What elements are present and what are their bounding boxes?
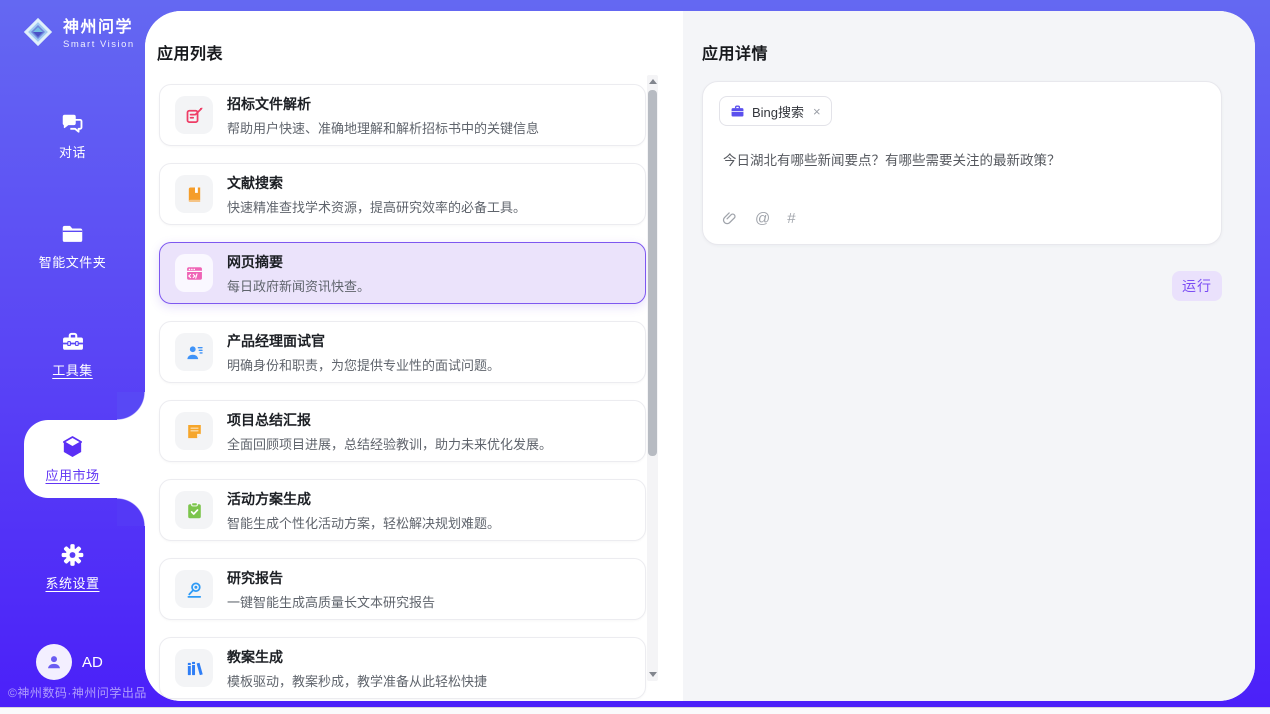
user-profile[interactable]: AD: [36, 644, 103, 680]
chat-icon: [59, 111, 86, 137]
app-card-pm-interviewer[interactable]: 产品经理面试官 明确身份和职责，为您提供专业性的面试问题。: [159, 321, 646, 383]
copyright-text: ©神州数码·神州问学出品: [8, 684, 147, 701]
app-name: 教案生成: [227, 647, 487, 667]
app-icon-tile: [175, 96, 213, 134]
app-name: 项目总结汇报: [227, 410, 552, 430]
app-name: 产品经理面试官: [227, 331, 500, 351]
app-description: 全面回顾项目进展，总结经验教训，助力未来优化发展。: [227, 434, 552, 453]
app-description: 一键智能生成高质量长文本研究报告: [227, 592, 435, 611]
brand-logo: 神州问学 Smart Vision: [20, 13, 135, 50]
app-card-web-summary[interactable]: 网页摘要 每日政府新闻资讯快查。: [159, 242, 646, 304]
app-card-research-report[interactable]: 研究报告 一键智能生成高质量长文本研究报告: [159, 558, 646, 620]
browser-icon: [184, 263, 205, 284]
app-icon-tile: [175, 570, 213, 608]
query-text[interactable]: 今日湖北有哪些新闻要点？有哪些需要关注的最新政策？: [723, 151, 1203, 171]
books-icon: [184, 658, 205, 679]
sidebar-item-toolset[interactable]: 工具集: [0, 329, 145, 379]
app-description: 模板驱动，教案秒成，教学准备从此轻松快捷: [227, 671, 487, 690]
app-icon-tile: [175, 175, 213, 213]
app-icon-tile: [175, 412, 213, 450]
tool-chip-bing-search[interactable]: Bing搜索 ×: [719, 96, 832, 126]
sidebar-item-label: 系统设置: [45, 573, 99, 592]
app-card-event-plan[interactable]: 活动方案生成 智能生成个性化活动方案，轻松解决规划难题。: [159, 479, 646, 541]
app-name: 研究报告: [227, 568, 435, 588]
app-detail-panel: 应用详情 Bing搜索 × 今日湖北有哪些新闻要点？有哪些需要关注的最新政策？: [683, 11, 1255, 701]
app-icon-tile: [175, 254, 213, 292]
page-bottom-edge: [0, 707, 1270, 714]
app-description: 明确身份和职责，为您提供专业性的面试问题。: [227, 355, 500, 374]
hash-icon[interactable]: #: [787, 210, 795, 227]
app-detail-title: 应用详情: [702, 40, 768, 64]
gear-icon: [59, 542, 86, 568]
app-description: 每日政府新闻资讯快查。: [227, 276, 370, 295]
list-scrollbar[interactable]: [647, 75, 658, 681]
attachment-toolbar: @ #: [721, 210, 796, 227]
toolbox-icon: [59, 329, 87, 355]
app-name: 活动方案生成: [227, 489, 500, 509]
sidebar-item-smart-folder[interactable]: 智能文件夹: [0, 221, 145, 271]
sidebar-item-app-market[interactable]: 应用市场: [0, 434, 145, 484]
active-bubble-fillet-bottom: [117, 498, 145, 526]
app-name: 网页摘要: [227, 252, 370, 272]
briefcase-icon: [730, 104, 745, 119]
prompt-card: Bing搜索 × 今日湖北有哪些新闻要点？有哪些需要关注的最新政策？ @ #: [702, 81, 1222, 245]
app-name: 文献搜索: [227, 173, 526, 193]
app-list-title: 应用列表: [157, 40, 223, 64]
brand-subtitle: Smart Vision: [63, 39, 135, 50]
person-icon: [44, 652, 64, 672]
triangle-up-icon: [649, 79, 657, 84]
mention-at-icon[interactable]: @: [755, 210, 770, 227]
chip-close-icon[interactable]: ×: [813, 104, 821, 119]
folder-icon: [59, 221, 86, 247]
app-card-bid-parsing[interactable]: 招标文件解析 帮助用户快速、准确地理解和解析招标书中的关键信息: [159, 84, 646, 146]
app-list-panel: 应用列表 招标文件解析 帮助用户快速、准确地理解和解析招标书中的关键信息: [145, 11, 683, 701]
gem-logo-icon: [20, 14, 56, 50]
run-button[interactable]: 运行: [1172, 271, 1222, 301]
app-card-lesson-plan[interactable]: 教案生成 模板驱动，教案秒成，教学准备从此轻松快捷: [159, 637, 646, 699]
app-name: 招标文件解析: [227, 94, 539, 114]
document-pen-icon: [184, 105, 205, 126]
microscope-icon: [184, 579, 205, 600]
sidebar-item-label: 工具集: [52, 360, 93, 379]
note-icon: [184, 421, 205, 442]
paperclip-icon[interactable]: [721, 210, 738, 227]
active-bubble-fillet-top: [117, 392, 145, 420]
sidebar-item-label: 对话: [59, 142, 86, 161]
scrollbar-thumb[interactable]: [648, 90, 657, 456]
app-icon-tile: [175, 649, 213, 687]
scroll-up-button[interactable]: [647, 75, 658, 88]
brand-name: 神州问学: [63, 13, 135, 37]
scroll-down-button[interactable]: [647, 668, 658, 681]
tool-chip-label: Bing搜索: [752, 102, 804, 121]
clipboard-check-icon: [184, 500, 205, 521]
app-card-project-summary[interactable]: 项目总结汇报 全面回顾项目进展，总结经验教训，助力未来优化发展。: [159, 400, 646, 462]
sidebar-item-label: 智能文件夹: [39, 252, 107, 271]
app-card-literature-search[interactable]: 文献搜索 快速精准查找学术资源，提高研究效率的必备工具。: [159, 163, 646, 225]
interviewer-icon: [184, 342, 205, 363]
app-icon-tile: [175, 333, 213, 371]
app-description: 智能生成个性化活动方案，轻松解决规划难题。: [227, 513, 500, 532]
avatar: [36, 644, 72, 680]
sidebar-item-chat[interactable]: 对话: [0, 111, 145, 161]
app-description: 快速精准查找学术资源，提高研究效率的必备工具。: [227, 197, 526, 216]
user-name: AD: [82, 654, 103, 671]
content-panel: 应用列表 招标文件解析 帮助用户快速、准确地理解和解析招标书中的关键信息: [145, 11, 1255, 701]
sidebar-item-settings[interactable]: 系统设置: [0, 542, 145, 592]
triangle-down-icon: [649, 672, 657, 677]
cube-icon: [59, 434, 86, 460]
sidebar-item-label: 应用市场: [45, 465, 99, 484]
app-window: 神州问学 Smart Vision 对话 智能文件夹: [0, 0, 1270, 714]
app-description: 帮助用户快速、准确地理解和解析招标书中的关键信息: [227, 118, 539, 137]
app-icon-tile: [175, 491, 213, 529]
sidebar: 神州问学 Smart Vision 对话 智能文件夹: [0, 0, 145, 707]
book-icon: [184, 184, 205, 205]
